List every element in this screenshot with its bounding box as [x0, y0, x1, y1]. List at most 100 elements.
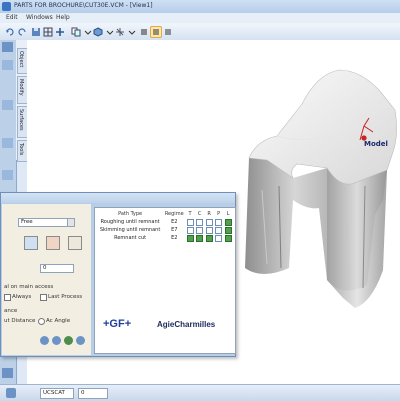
path-dialog: Free 0 al on main access Always Last Pro…	[0, 192, 236, 357]
ac-angle-radio[interactable]	[38, 318, 45, 325]
table-row[interactable]: Skimming until remnant E7	[97, 226, 233, 234]
row-checkbox[interactable]	[224, 234, 232, 242]
row-checkbox[interactable]	[205, 234, 213, 242]
check-cell	[223, 234, 233, 242]
row-checkbox[interactable]	[186, 226, 194, 234]
tool-icon[interactable]	[2, 138, 13, 148]
reset-icon[interactable]	[52, 336, 61, 345]
row-checkbox[interactable]	[196, 234, 204, 242]
row-checkbox[interactable]	[196, 218, 204, 226]
option-label: al on main access	[4, 284, 54, 290]
apply-icon[interactable]	[40, 336, 49, 345]
col-c[interactable]: C	[195, 210, 205, 218]
row-checkbox[interactable]	[224, 226, 232, 234]
chevron-down-icon[interactable]	[126, 26, 138, 38]
row-checkbox[interactable]	[215, 234, 223, 242]
row-checkbox[interactable]	[205, 218, 213, 226]
path-type-cell: Skimming until remnant	[99, 227, 161, 233]
plus-icon[interactable]	[54, 26, 66, 38]
redo-icon[interactable]	[16, 26, 28, 38]
check-cell	[195, 234, 205, 242]
tool-icon[interactable]	[2, 368, 13, 378]
row-checkbox[interactable]	[186, 234, 194, 242]
path-table: Path Type Regime T C R P L Roughing unti…	[97, 210, 233, 242]
title-bar: PARTS FOR BROCHURE\CUT30E.VCM - [View1]	[0, 0, 400, 14]
status-icon[interactable]	[6, 388, 16, 398]
check-cell	[204, 234, 214, 242]
regime-cell: E2	[171, 235, 178, 241]
option-label: Ac Angle	[46, 318, 71, 324]
ucs-select[interactable]: UCSCAT	[40, 388, 74, 399]
regime-cell: E2	[171, 219, 178, 225]
check-cell	[185, 226, 195, 234]
check-cell	[214, 218, 224, 226]
table-row[interactable]: Remnant cut E2	[97, 234, 233, 242]
numeric-input[interactable]: 0	[40, 264, 74, 273]
row-checkbox[interactable]	[205, 226, 213, 234]
col-regime[interactable]: Regime	[163, 210, 185, 218]
list-icon[interactable]	[150, 26, 162, 38]
chevron-down-icon[interactable]	[67, 218, 75, 227]
regime-cell: E7	[171, 227, 178, 233]
app-icon[interactable]	[2, 2, 11, 11]
undo-icon[interactable]	[4, 26, 16, 38]
toolbar	[0, 23, 400, 41]
col-path-type[interactable]: Path Type	[97, 210, 163, 218]
close-icon[interactable]	[76, 336, 85, 345]
menu-icon[interactable]	[162, 26, 174, 38]
menu-edit[interactable]: Edit	[6, 14, 18, 21]
menu-windows[interactable]: Windows	[26, 14, 53, 21]
shade-icon[interactable]	[138, 26, 150, 38]
cube-icon[interactable]	[92, 26, 104, 38]
copy-icon[interactable]	[70, 26, 82, 38]
check-cell	[185, 218, 195, 226]
tool-icon[interactable]	[2, 100, 13, 110]
row-checkbox[interactable]	[215, 218, 223, 226]
axis-icon[interactable]	[114, 26, 126, 38]
dialog-title-bar[interactable]	[1, 193, 235, 203]
row-checkbox[interactable]	[186, 218, 194, 226]
option-label: Always	[12, 294, 32, 300]
check-cell	[204, 226, 214, 234]
table-row[interactable]: Roughing until remnant E2	[97, 218, 233, 226]
col-l[interactable]: L	[223, 210, 233, 218]
value-select[interactable]: 0	[78, 388, 108, 399]
model-label: Model	[364, 140, 388, 148]
last-process-checkbox[interactable]	[40, 294, 47, 301]
col-t[interactable]: T	[185, 210, 195, 218]
check-cell	[204, 218, 214, 226]
always-checkbox[interactable]	[4, 294, 11, 301]
check-cell	[185, 234, 195, 242]
ok-icon[interactable]	[64, 336, 73, 345]
path-type-button[interactable]	[46, 236, 60, 250]
tool-icon[interactable]	[2, 170, 13, 180]
col-r[interactable]: R	[204, 210, 214, 218]
gf-logo: +GF+	[103, 318, 132, 330]
check-cell	[223, 226, 233, 234]
check-cell	[214, 234, 224, 242]
menu-help[interactable]: Help	[56, 14, 70, 21]
check-cell	[223, 218, 233, 226]
tool-icon[interactable]	[2, 42, 13, 52]
tool-icon[interactable]	[2, 60, 13, 70]
path-table-panel: Path Type Regime T C R P L Roughing unti…	[94, 207, 236, 354]
path-type-cell: Roughing until remnant	[100, 219, 160, 225]
agiecharmilles-logo: AgieCharmilles	[157, 320, 216, 329]
save-icon[interactable]	[30, 26, 42, 38]
row-checkbox[interactable]	[196, 226, 204, 234]
path-type-button[interactable]	[68, 236, 82, 250]
row-checkbox[interactable]	[215, 226, 223, 234]
row-checkbox[interactable]	[224, 218, 232, 226]
grid-icon[interactable]	[42, 26, 54, 38]
check-cell	[195, 226, 205, 234]
col-p[interactable]: P	[214, 210, 224, 218]
path-type-cell: Remnant cut	[114, 235, 147, 241]
status-bar: UCSCAT 0	[0, 384, 400, 401]
check-cell	[195, 218, 205, 226]
dialog-settings-pane: Free 0 al on main access Always Last Pro…	[2, 204, 91, 355]
window-title: PARTS FOR BROCHURE\CUT30E.VCM - [View1]	[14, 2, 153, 9]
path-type-button[interactable]	[24, 236, 38, 250]
check-cell	[214, 226, 224, 234]
option-label: ut Distance	[4, 318, 36, 324]
mode-select[interactable]: Free	[18, 218, 70, 227]
